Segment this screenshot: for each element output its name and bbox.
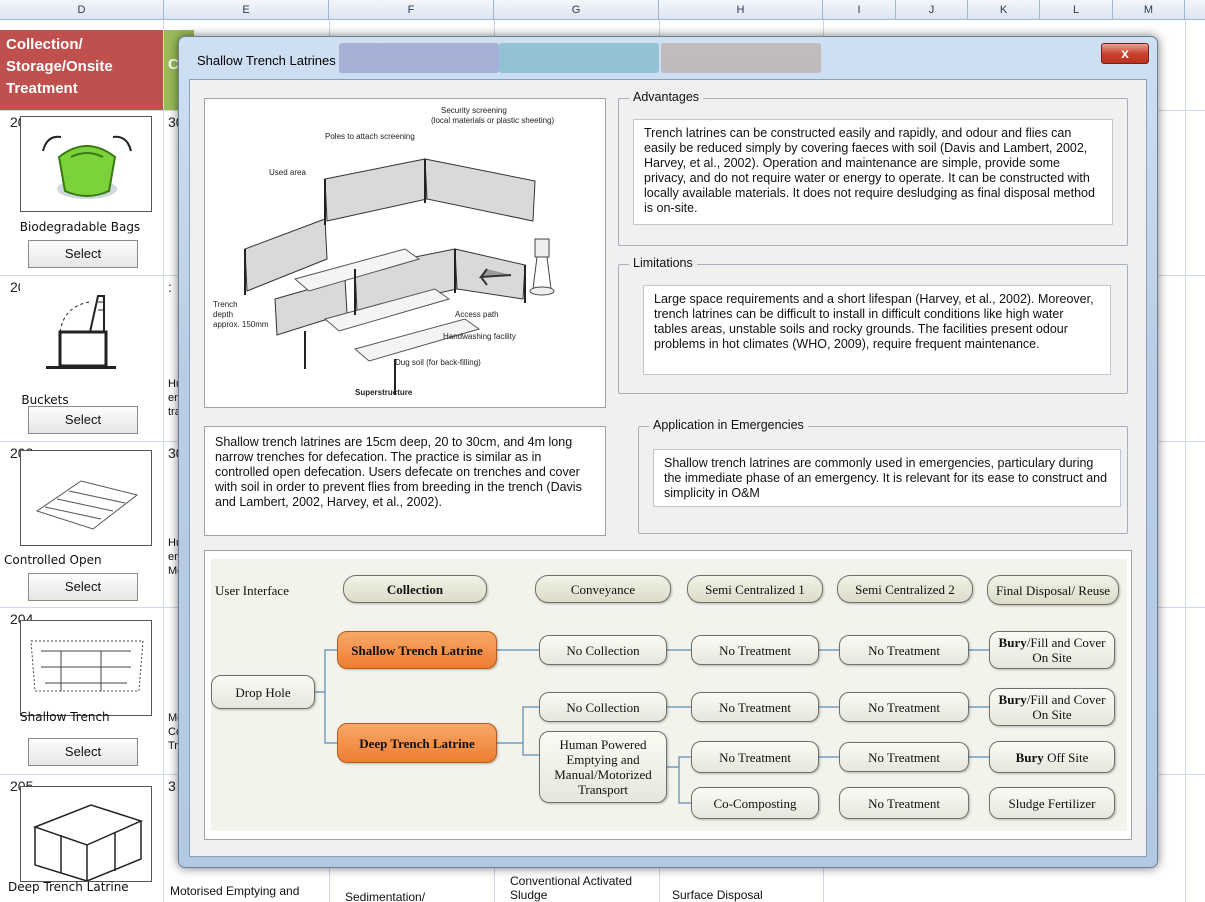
diagram-label-access-path: Access path (455, 310, 499, 319)
no-treatment-node-4[interactable]: No Treatment (839, 692, 969, 722)
no-treatment-node-3[interactable]: No Treatment (691, 692, 819, 722)
cell-text-g-bottom: Conventional Activated Sludge (510, 874, 633, 902)
human-powered-emptying-node[interactable]: Human Powered Emptying and Manual/Motori… (539, 731, 667, 803)
column-header-i[interactable]: I (823, 0, 896, 20)
column-header-j[interactable]: J (896, 0, 968, 20)
buckets-label: Buckets (21, 393, 69, 407)
deep-trench-latrine-node[interactable]: Deep Trench Latrine (337, 723, 497, 763)
deep-trench-latrine-label: Deep Trench Latrine (8, 880, 129, 894)
controlled-open-image (20, 450, 152, 546)
diagram-label-depth: depth (213, 310, 233, 319)
close-icon: x (1121, 45, 1129, 61)
select-shallow-trench-button[interactable]: Select (28, 738, 138, 766)
shallow-trench-image (20, 620, 152, 716)
column-header-f[interactable]: F (329, 0, 494, 20)
bury-fill-emphasis: Bury (998, 692, 1027, 707)
shallow-trench-label: Shallow Trench (20, 710, 110, 724)
controlled-open-label: Controlled Open (4, 553, 102, 567)
dialog-title: Shallow Trench Latrines (197, 53, 336, 68)
flow-diagram: User Interface Collection Conveyance Sem… (211, 559, 1127, 831)
no-treatment-node-6[interactable]: No Treatment (839, 742, 969, 772)
no-treatment-node-2[interactable]: No Treatment (839, 635, 969, 665)
title-bar-glass (499, 43, 659, 73)
cell-number-302: : (168, 279, 172, 295)
no-collection-node-1[interactable]: No Collection (539, 635, 667, 665)
co-composting-node[interactable]: Co-Composting (691, 787, 819, 819)
diagram-label-handwashing: Handwashing facility (443, 332, 516, 341)
grid-line (163, 20, 164, 902)
dialog-client-area: Security screening (local materials or p… (189, 79, 1147, 857)
column-header-e[interactable]: E (164, 0, 329, 20)
column-header-h[interactable]: H (659, 0, 823, 20)
shallow-trench-latrines-dialog: Shallow Trench Latrines x Security scree… (178, 36, 1158, 868)
cell-text-h-bottom: Surface Disposal (672, 888, 763, 902)
column-header-l[interactable]: L (1040, 0, 1113, 20)
user-interface-label: User Interface (215, 583, 289, 598)
bury-fill-node-1[interactable]: Bury/Fill and Cover On Site (989, 631, 1115, 669)
limitations-legend: Limitations (629, 256, 697, 270)
advantages-legend: Advantages (629, 90, 704, 104)
no-collection-node-2[interactable]: No Collection (539, 692, 667, 722)
cell-text-f-bottom: Sedimentation/ (345, 890, 426, 902)
semi-centralized-1-header-node[interactable]: Semi Centralized 1 (687, 575, 823, 603)
column-header-g[interactable]: G (494, 0, 659, 20)
diagram-label-used-area: Used area (269, 168, 306, 177)
drop-hole-node[interactable]: Drop Hole (211, 675, 315, 709)
collection-header-cell[interactable]: Collection/ Storage/Onsite Treatment (0, 30, 163, 110)
diagram-label-poles: Poles to attach screening (325, 132, 415, 141)
select-controlled-open-button[interactable]: Select (28, 573, 138, 601)
diagram-caption: Superstructure (355, 388, 413, 397)
shallow-trench-latrine-node[interactable]: Shallow Trench Latrine (337, 631, 497, 669)
column-header-k[interactable]: K (968, 0, 1040, 20)
buckets-image (20, 282, 152, 378)
diagram-label-dug-soil: Dug soil (for back-filling) (395, 358, 481, 367)
semi-centralized-2-header-node[interactable]: Semi Centralized 2 (837, 575, 973, 603)
bury-fill-node-2[interactable]: Bury/Fill and Cover On Site (989, 688, 1115, 726)
bury-off-text: Off Site (1043, 749, 1089, 765)
column-header-m[interactable]: M (1113, 0, 1185, 20)
sludge-fertilizer-node[interactable]: Sludge Fertilizer (989, 787, 1115, 819)
column-header-bar: D E F G H I J K L M (0, 0, 1205, 20)
bury-off-emphasis: Bury (1015, 749, 1044, 765)
biodegradable-bags-image (20, 116, 152, 212)
conveyance-header-node[interactable]: Conveyance (535, 575, 671, 603)
bury-off-site-node[interactable]: Bury Off Site (989, 741, 1115, 773)
close-button[interactable]: x (1101, 43, 1149, 64)
diagram-label-trench: Trench (213, 300, 238, 309)
deep-trench-latrine-image (20, 786, 152, 882)
emergencies-group: Application in Emergencies Shallow trenc… (638, 418, 1128, 534)
title-bar-glass (339, 43, 499, 73)
user-interface-flow-panel: User Interface Collection Conveyance Sem… (204, 550, 1132, 840)
emergencies-legend: Application in Emergencies (649, 418, 808, 432)
diagram-label-approx: approx. 150mm (213, 320, 269, 329)
no-treatment-node-5[interactable]: No Treatment (691, 741, 819, 773)
final-disposal-header-node[interactable]: Final Disposal/ Reuse (987, 575, 1119, 605)
limitations-text: Large space requirements and a short lif… (643, 285, 1111, 375)
bury-fill-text: /Fill and Cover On Site (1026, 692, 1106, 722)
advantages-group: Advantages Trench latrines can be constr… (618, 90, 1128, 246)
cell-number-305: 3 (168, 778, 176, 794)
bury-fill-emphasis: Bury (998, 635, 1027, 650)
description-text: Shallow trench latrines are 15cm deep, 2… (204, 426, 606, 536)
bury-fill-text: /Fill and Cover On Site (1026, 635, 1106, 665)
grid-line (1185, 20, 1186, 902)
biodegradable-bags-label: Biodegradable Bags (19, 220, 141, 234)
select-buckets-button[interactable]: Select (28, 406, 138, 434)
advantages-text: Trench latrines can be constructed easil… (633, 119, 1113, 225)
excel-window: D E F G H I J K L M Collection/ Storage/… (0, 0, 1205, 902)
diagram-label-security: Security screening (441, 106, 507, 115)
column-header-d[interactable]: D (0, 0, 164, 20)
cell-text-e-bottom: Motorised Emptying and (170, 884, 300, 898)
emergencies-text: Shallow trench latrines are commonly use… (653, 449, 1121, 507)
diagram-label-security-2: (local materials or plastic sheeting) (431, 116, 554, 125)
no-treatment-node-1[interactable]: No Treatment (691, 635, 819, 665)
collection-header-node[interactable]: Collection (343, 575, 487, 603)
limitations-group: Limitations Large space requirements and… (618, 256, 1128, 394)
no-treatment-node-7[interactable]: No Treatment (839, 787, 969, 819)
latrine-illustration: Security screening (local materials or p… (204, 98, 606, 408)
select-biodegradable-bags-button[interactable]: Select (28, 240, 138, 268)
title-bar-glass (661, 43, 821, 73)
